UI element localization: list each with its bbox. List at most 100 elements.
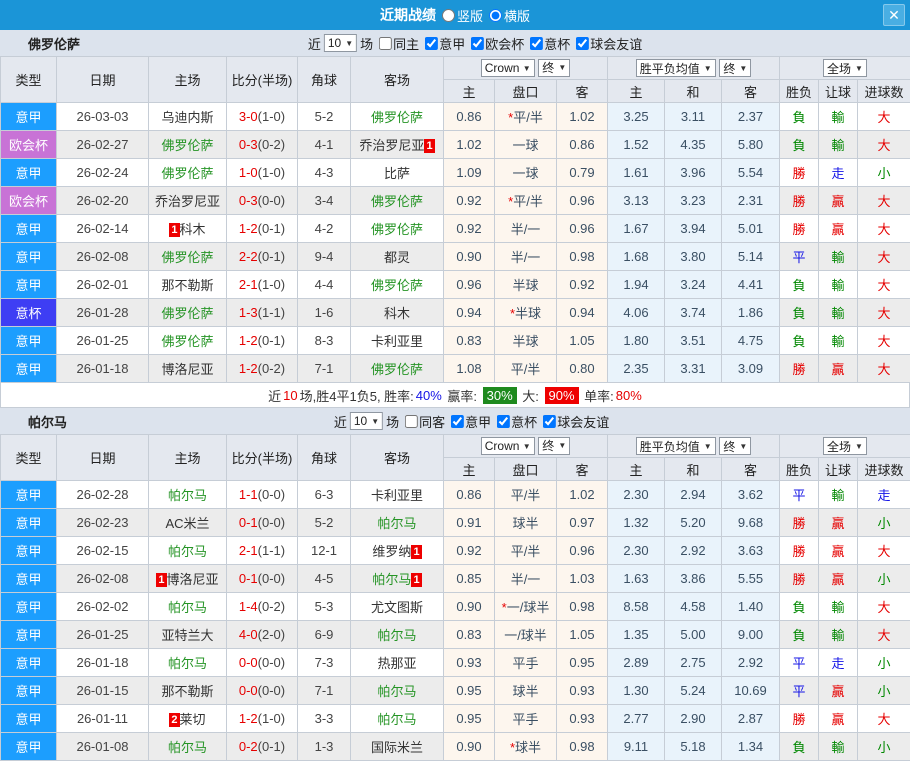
- result-cell: 勝: [780, 705, 819, 733]
- period-select[interactable]: 终▼: [538, 59, 570, 77]
- corner-cell: 4-5: [298, 565, 351, 593]
- bookmaker-select[interactable]: Crown▼: [481, 437, 535, 455]
- avg-home-cell: 9.11: [608, 733, 665, 761]
- away-team-cell: 维罗纳1: [351, 537, 444, 565]
- home-odds-cell: 0.90: [444, 243, 495, 271]
- away-odds-cell: 1.05: [557, 621, 608, 649]
- scope-select[interactable]: 全场▼: [823, 437, 867, 455]
- away-team-cell: 比萨: [351, 159, 444, 187]
- period-select[interactable]: 终▼: [538, 437, 570, 455]
- match-date: 26-01-25: [57, 327, 149, 355]
- result-cell: 勝: [780, 537, 819, 565]
- col-type: 类型: [1, 435, 57, 481]
- layout-option-horizontal[interactable]: 横版: [489, 6, 530, 25]
- avg-draw-cell: 5.24: [665, 677, 722, 705]
- league-tag: 意甲: [1, 649, 57, 677]
- league-checkbox[interactable]: 球会友谊: [540, 412, 609, 431]
- avg-group-header: 胜平负均值▼ 终▼: [608, 57, 780, 80]
- away-team-cell: 科木: [351, 299, 444, 327]
- league-tag: 意甲: [1, 243, 57, 271]
- away-odds-cell: 0.92: [557, 271, 608, 299]
- home-odds-cell: 1.02: [444, 131, 495, 159]
- league-input[interactable]: [543, 415, 556, 428]
- horizontal-radio[interactable]: [489, 9, 502, 22]
- league-input[interactable]: [497, 415, 510, 428]
- home-odds-cell: 0.83: [444, 327, 495, 355]
- period-select-2[interactable]: 终▼: [719, 437, 751, 455]
- summary-segment: 10: [283, 388, 297, 403]
- score-cell: 1-0(1-0): [227, 159, 298, 187]
- league-input[interactable]: [530, 37, 543, 50]
- handicap-cell: 一球: [495, 159, 557, 187]
- col-odds-home: 主: [444, 458, 495, 481]
- avg-away-cell: 5.54: [722, 159, 780, 187]
- same-venue-checkbox[interactable]: 同主: [376, 34, 419, 53]
- home-odds-cell: 0.93: [444, 649, 495, 677]
- bookmaker-select[interactable]: Crown▼: [481, 59, 535, 77]
- avg-draw-cell: 3.80: [665, 243, 722, 271]
- league-checkbox[interactable]: 意杯: [494, 412, 537, 431]
- let-goal-cell: 贏: [819, 187, 858, 215]
- team-label: 卡利亚里: [371, 488, 423, 503]
- near-label: 近: [308, 34, 321, 53]
- close-icon[interactable]: ✕: [883, 4, 905, 26]
- home-team-cell: AC米兰: [149, 509, 227, 537]
- avg-draw-cell: 4.58: [665, 593, 722, 621]
- avg-select[interactable]: 胜平负均值▼: [636, 59, 716, 77]
- chevron-down-icon: ▼: [371, 417, 379, 426]
- league-tag: 意甲: [1, 103, 57, 131]
- col-avg-draw: 和: [665, 458, 722, 481]
- avg-draw-cell: 2.92: [665, 537, 722, 565]
- league-checkbox[interactable]: 意杯: [527, 34, 570, 53]
- team-label: 乔治罗尼亚: [359, 138, 424, 153]
- halftime-score: (0-0): [258, 683, 285, 698]
- same-venue-label: 同客: [419, 412, 445, 431]
- games-count-select[interactable]: 10▼: [350, 412, 383, 430]
- home-team-cell: 佛罗伦萨: [149, 327, 227, 355]
- same-venue-input[interactable]: [379, 37, 392, 50]
- league-tag: 意甲: [1, 677, 57, 705]
- result-cell: 負: [780, 299, 819, 327]
- league-checkbox[interactable]: 球会友谊: [573, 34, 642, 53]
- avg-away-cell: 2.37: [722, 103, 780, 131]
- col-type: 类型: [1, 57, 57, 103]
- fulltime-score: 2-2: [239, 249, 258, 264]
- avg-home-cell: 2.89: [608, 649, 665, 677]
- result-cell: 勝: [780, 565, 819, 593]
- match-date: 26-01-18: [57, 355, 149, 383]
- away-odds-cell: 1.02: [557, 481, 608, 509]
- same-venue-checkbox[interactable]: 同客: [402, 412, 445, 431]
- handicap-cell: *球半: [495, 733, 557, 761]
- team-label: 佛罗伦萨: [161, 306, 213, 321]
- score-cell: 1-1(0-0): [227, 481, 298, 509]
- match-date: 26-01-25: [57, 621, 149, 649]
- vertical-radio[interactable]: [442, 9, 455, 22]
- league-input[interactable]: [471, 37, 484, 50]
- score-cell: 0-0(0-0): [227, 677, 298, 705]
- result-cell: 勝: [780, 355, 819, 383]
- fulltime-score: 0-1: [239, 571, 258, 586]
- corner-cell: 1-6: [298, 299, 351, 327]
- result-cell: 負: [780, 621, 819, 649]
- home-odds-cell: 0.94: [444, 299, 495, 327]
- period-select-2[interactable]: 终▼: [719, 59, 751, 77]
- league-checkbox[interactable]: 欧会杯: [468, 34, 524, 53]
- home-team-cell: 帕尔马: [149, 593, 227, 621]
- same-venue-input[interactable]: [405, 415, 418, 428]
- league-checkbox[interactable]: 意甲: [448, 412, 491, 431]
- layout-option-vertical[interactable]: 竖版: [442, 6, 483, 25]
- scope-select[interactable]: 全场▼: [823, 59, 867, 77]
- avg-draw-cell: 3.24: [665, 271, 722, 299]
- league-input[interactable]: [451, 415, 464, 428]
- league-input[interactable]: [576, 37, 589, 50]
- team-section: 帕尔马 近10▼场同客意甲意杯球会友谊 类型 日期 主场 比分(半场) 角球 客…: [0, 408, 910, 761]
- match-row: 意甲26-02-081博洛尼亚0-1(0-0)4-5帕尔马10.85半/一1.0…: [1, 565, 910, 593]
- home-team-cell: 佛罗伦萨: [149, 159, 227, 187]
- match-date: 26-02-14: [57, 215, 149, 243]
- league-input[interactable]: [425, 37, 438, 50]
- fulltime-score: 1-2: [239, 221, 258, 236]
- league-checkbox[interactable]: 意甲: [422, 34, 465, 53]
- avg-select[interactable]: 胜平负均值▼: [636, 437, 716, 455]
- games-count-select[interactable]: 10▼: [324, 34, 357, 52]
- let-goal-cell: 贏: [819, 509, 858, 537]
